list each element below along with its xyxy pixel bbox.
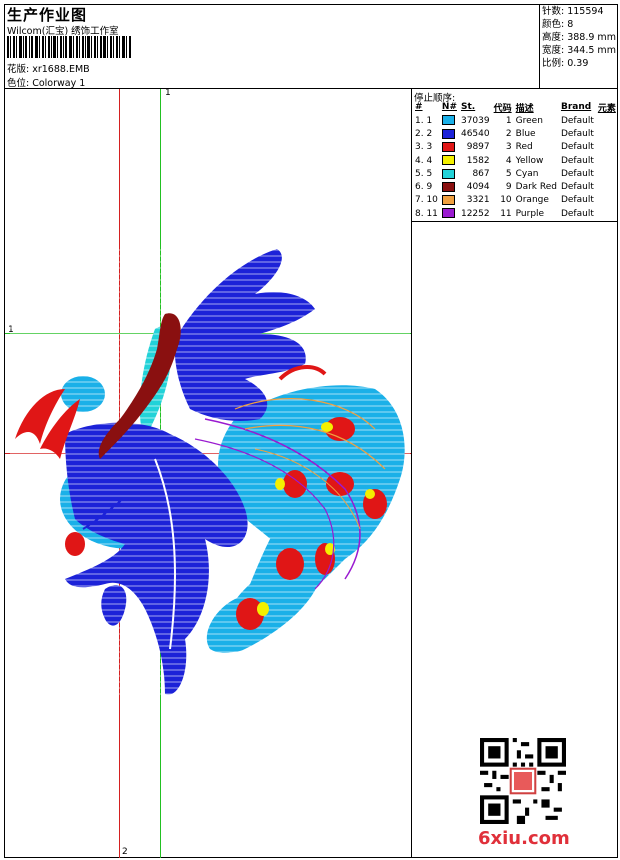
row-stitches: 37039	[460, 115, 490, 126]
row-seq: 2. 2	[415, 128, 433, 139]
color-row: 8. 11 12252 11 Purple Default	[413, 207, 618, 220]
col-stitches: St.	[460, 102, 476, 112]
row-brand: Default	[560, 182, 594, 193]
row-brand: Default	[560, 142, 594, 153]
row-element	[596, 207, 618, 220]
row-code: 1	[505, 115, 512, 126]
color-row: 7. 10 3321 10 Orange Default	[413, 194, 618, 207]
table-header-row: # N# St. 代码 描述 Brand 元素	[413, 100, 618, 114]
row-swatch-cell	[440, 127, 459, 140]
row-description: Blue	[515, 128, 536, 139]
row-brand: Default	[560, 208, 594, 219]
color-row: 1. 1 37039 1 Green Default	[413, 114, 618, 127]
row-element	[596, 180, 618, 193]
row-brand: Default	[560, 115, 594, 126]
row-description: Green	[515, 115, 543, 126]
color-row: 2. 2 46540 2 Blue Default	[413, 127, 618, 140]
row-code: 3	[505, 142, 512, 153]
color-swatch	[441, 195, 455, 206]
row-seq: 8. 11	[415, 208, 438, 219]
row-seq: 5. 5	[415, 168, 433, 179]
row-swatch-cell	[440, 114, 459, 127]
row-stitches: 46540	[460, 128, 490, 139]
color-sequence-table: # N# St. 代码 描述 Brand 元素 1. 1 37039 1 Green D…	[413, 100, 618, 220]
company-name: Wilcom(汇宝) 绣饰工作室	[7, 26, 119, 37]
row-code: 2	[505, 128, 512, 139]
color-swatch	[441, 168, 455, 179]
row-element	[596, 141, 618, 154]
row-swatch-cell	[440, 167, 459, 180]
table-bottom-divider	[411, 221, 618, 222]
row-code: 11	[500, 208, 512, 219]
embroidery-preview	[10, 249, 410, 699]
row-swatch-cell	[440, 141, 459, 154]
row-stitches: 3321	[466, 195, 490, 206]
row-brand: Default	[560, 168, 594, 179]
col-element: 元素	[597, 103, 616, 114]
row-brand: Default	[560, 155, 594, 166]
stats-panel: 针数: 115594 颜色: 8 高度: 388.9 mm 宽度: 344.5 …	[542, 5, 616, 70]
row-stitches: 9897	[466, 142, 490, 153]
color-swatch	[441, 155, 455, 166]
color-row: 5. 5 867 5 Cyan Default	[413, 167, 618, 180]
row-description: Dark Red	[515, 182, 557, 193]
row-code: 5	[505, 168, 512, 179]
row-seq: 7. 10	[415, 195, 438, 206]
col-code: 代码	[493, 103, 512, 114]
row-swatch-cell	[440, 180, 459, 193]
row-stitches: 12252	[460, 208, 490, 219]
row-code: 10	[500, 195, 512, 206]
color-row: 4. 4 1582 4 Yellow Default	[413, 154, 618, 167]
design-height: 高度: 388.9 mm	[542, 32, 616, 43]
color-swatch	[441, 141, 455, 152]
row-stitches: 1582	[466, 155, 490, 166]
color-swatch	[441, 128, 455, 139]
watermark-logo: 6xiu.com	[478, 828, 570, 849]
row-code: 9	[505, 182, 512, 193]
row-element	[596, 167, 618, 180]
color-swatch	[441, 181, 455, 192]
stats-divider	[539, 4, 540, 88]
row-description: Orange	[515, 195, 549, 206]
row-element	[596, 127, 618, 140]
col-needle: N#	[441, 102, 457, 112]
row-stitches: 867	[472, 168, 490, 179]
panel-divider	[411, 88, 412, 858]
row-brand: Default	[560, 195, 594, 206]
color-swatch	[441, 115, 455, 126]
col-brand: Brand	[560, 102, 592, 112]
design-scale: 比例: 0.39	[542, 58, 589, 69]
color-count: 颜色: 8	[542, 19, 574, 30]
barcode	[7, 36, 131, 58]
color-swatch	[441, 208, 455, 219]
row-seq: 3. 3	[415, 142, 433, 153]
design-filename: 花版: xr1688.EMB	[7, 64, 90, 75]
row-element	[596, 194, 618, 207]
row-swatch-cell	[440, 194, 459, 207]
row-element	[596, 114, 618, 127]
row-seq: 1. 1	[415, 115, 433, 126]
color-row: 3. 3 9897 3 Red Default	[413, 141, 618, 154]
col-description: 描述	[515, 103, 534, 114]
row-description: Red	[515, 142, 533, 153]
col-seq: #	[415, 102, 423, 112]
row-description: Purple	[515, 208, 545, 219]
colorway-name: 色位: Colorway 1	[7, 78, 86, 89]
row-brand: Default	[560, 128, 594, 139]
page-title: 生产作业图	[7, 6, 88, 24]
row-seq: 4. 4	[415, 155, 433, 166]
row-description: Cyan	[515, 168, 539, 179]
row-swatch-cell	[440, 207, 459, 220]
qr-code	[480, 738, 566, 824]
design-width: 宽度: 344.5 mm	[542, 45, 616, 56]
row-stitches: 4094	[466, 182, 490, 193]
stitch-count: 针数: 115594	[542, 6, 604, 17]
row-code: 4	[505, 155, 512, 166]
row-swatch-cell	[440, 154, 459, 167]
color-row: 6. 9 4094 9 Dark Red Default	[413, 180, 618, 193]
row-description: Yellow	[515, 155, 544, 166]
row-seq: 6. 9	[415, 182, 433, 193]
row-element	[596, 154, 618, 167]
